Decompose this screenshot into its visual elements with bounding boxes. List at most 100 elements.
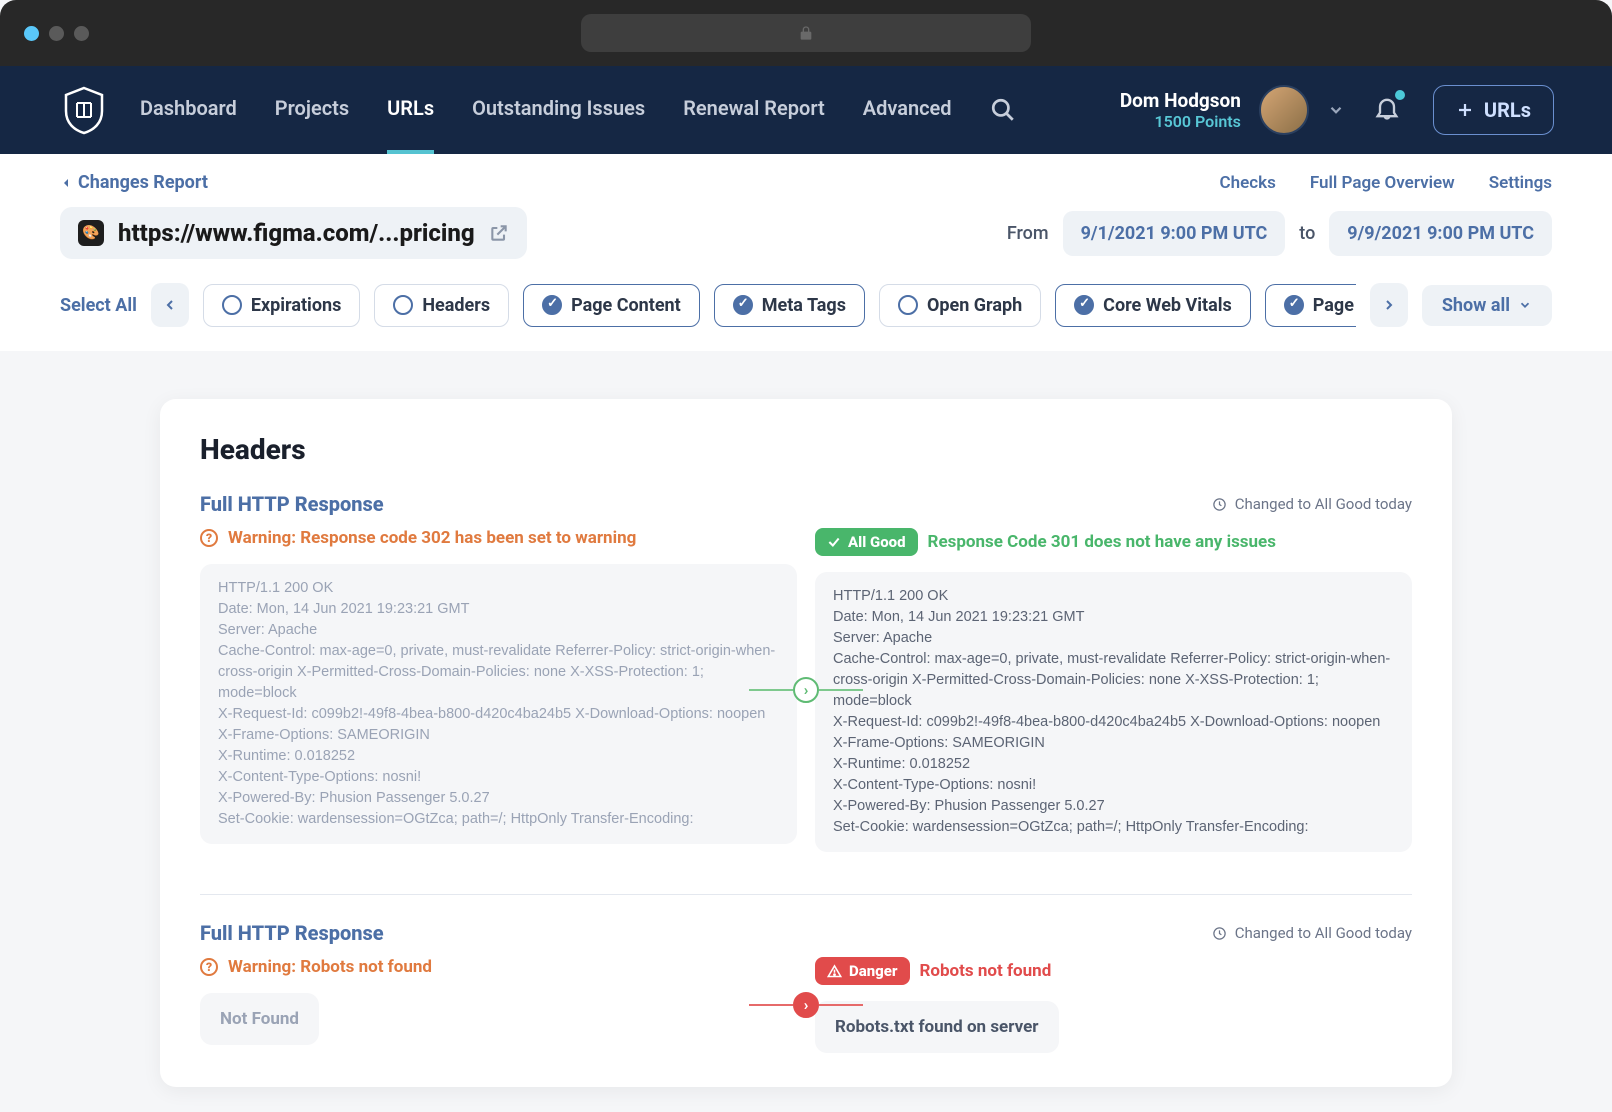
check-icon [1074,295,1094,315]
nav-projects[interactable]: Projects [275,96,349,124]
user-menu-toggle[interactable] [1327,101,1345,119]
danger-text: Robots not found [920,961,1052,981]
nav-urls[interactable]: URLs [387,96,434,124]
right-pane-2: Danger Robots not found Robots.txt found… [815,957,1412,1053]
avatar[interactable] [1259,85,1309,135]
warning-icon: ? [200,958,218,976]
url-text: https://www.figma.com/...pricing [118,219,475,247]
link-full-page-overview[interactable]: Full Page Overview [1310,173,1455,193]
http-response-right: HTTP/1.1 200 OK Date: Mon, 14 Jun 2021 1… [815,572,1412,852]
user-name: Dom Hodgson [1120,89,1241,112]
titlebar [0,0,1612,66]
chip-headers[interactable]: Headers [374,284,509,327]
show-all-label: Show all [1442,295,1510,316]
warning-text-1: Warning: Response code 302 has been set … [228,528,636,548]
badge-label: Danger [849,962,898,980]
address-bar[interactable] [581,14,1031,52]
section-title-2: Full HTTP Response [200,921,384,945]
headers-card: Headers Full HTTP Response Changed to Al… [160,399,1452,1087]
arrow-right-icon: › [793,677,819,703]
nav-dashboard[interactable]: Dashboard [140,96,237,124]
alert-icon [827,964,842,979]
scroll-right[interactable] [1370,283,1408,327]
window-dot-3[interactable] [74,26,89,41]
check-icon [827,535,841,549]
scroll-left[interactable] [151,283,189,327]
check-icon [733,295,753,315]
chevron-left-icon [60,177,72,189]
to-date[interactable]: 9/9/2021 9:00 PM UTC [1329,211,1552,256]
danger-badge: Danger [815,957,910,985]
shield-logo-icon [62,85,106,135]
from-date[interactable]: 9/1/2021 9:00 PM UTC [1063,211,1286,256]
chip-label: Headers [422,295,490,316]
good-text-1: Response Code 301 does not have any issu… [928,532,1276,552]
clock-icon [1212,497,1227,512]
lock-icon [798,25,814,41]
link-checks[interactable]: Checks [1220,173,1276,193]
changed-text: Changed to All Good today [1235,924,1412,942]
back-link[interactable]: Changes Report [60,172,208,193]
add-urls-button[interactable]: URLs [1433,85,1554,135]
nav-items: Dashboard Projects URLs Outstanding Issu… [140,96,1016,124]
figma-icon: 🎨 [78,220,104,246]
changed-text: Changed to All Good today [1235,495,1412,513]
notifications-button[interactable] [1373,94,1401,126]
chip-label: Page Content [1313,295,1356,316]
chip-core-web-vitals[interactable]: Core Web Vitals [1055,284,1251,327]
back-link-label: Changes Report [78,172,208,193]
notification-dot [1395,90,1405,100]
window-dot-2[interactable] [49,26,64,41]
chevron-right-icon [1381,297,1397,313]
logo[interactable] [62,85,106,135]
changed-note-1: Changed to All Good today [1212,495,1412,513]
radio-icon [393,295,413,315]
sub-links: Checks Full Page Overview Settings [1220,173,1553,193]
filter-chips: Expirations Headers Page Content Meta Ta… [203,284,1356,327]
chip-label: Meta Tags [762,295,846,316]
select-all[interactable]: Select All [60,295,137,316]
chip-label: Expirations [251,295,341,316]
arrow-right-icon: › [793,992,819,1018]
add-urls-label: URLs [1484,98,1531,122]
url-chip[interactable]: 🎨 https://www.figma.com/...pricing [60,207,527,259]
nav-outstanding-issues[interactable]: Outstanding Issues [472,96,645,124]
chip-open-graph[interactable]: Open Graph [879,284,1041,327]
link-settings[interactable]: Settings [1489,173,1552,193]
filter-bar: Select All Expirations Headers Page Cont… [60,283,1552,351]
external-link-icon[interactable] [489,223,509,243]
nav-renewal-report[interactable]: Renewal Report [683,96,825,124]
http-response-left: HTTP/1.1 200 OK Date: Mon, 14 Jun 2021 1… [200,564,797,844]
window-dot-1[interactable] [24,26,39,41]
chip-expirations[interactable]: Expirations [203,284,360,327]
to-label: to [1299,223,1315,244]
radio-icon [222,295,242,315]
date-range: From 9/1/2021 9:00 PM UTC to 9/9/2021 9:… [1007,211,1552,256]
warning-text-2: Warning: Robots not found [228,957,432,977]
chevron-left-icon [162,297,178,313]
search-button[interactable] [990,97,1016,123]
chip-page-content[interactable]: Page Content [523,284,700,327]
check-icon [542,295,562,315]
chevron-down-icon [1518,298,1532,312]
chip-page-content-2[interactable]: Page Content [1265,284,1356,327]
window-controls [24,26,89,41]
divider [200,894,1412,895]
section-title-1: Full HTTP Response [200,492,384,516]
changed-note-2: Changed to All Good today [1212,924,1412,942]
show-all-button[interactable]: Show all [1422,285,1552,326]
diff-arrow-1: › [749,677,863,703]
from-label: From [1007,223,1049,244]
all-good-badge: All Good [815,528,918,556]
nav-advanced[interactable]: Advanced [863,96,952,124]
radio-icon [898,295,918,315]
subheader: Changes Report Checks Full Page Overview… [0,154,1612,351]
chip-meta-tags[interactable]: Meta Tags [714,284,865,327]
plus-icon [1456,101,1474,119]
user-info: Dom Hodgson 1500 Points [1120,89,1241,131]
left-pane-1: ? Warning: Response code 302 has been se… [200,528,797,852]
clock-icon [1212,926,1227,941]
content-area: Headers Full HTTP Response Changed to Al… [0,351,1612,1112]
card-heading: Headers [200,433,1412,466]
chip-label: Page Content [571,295,681,316]
